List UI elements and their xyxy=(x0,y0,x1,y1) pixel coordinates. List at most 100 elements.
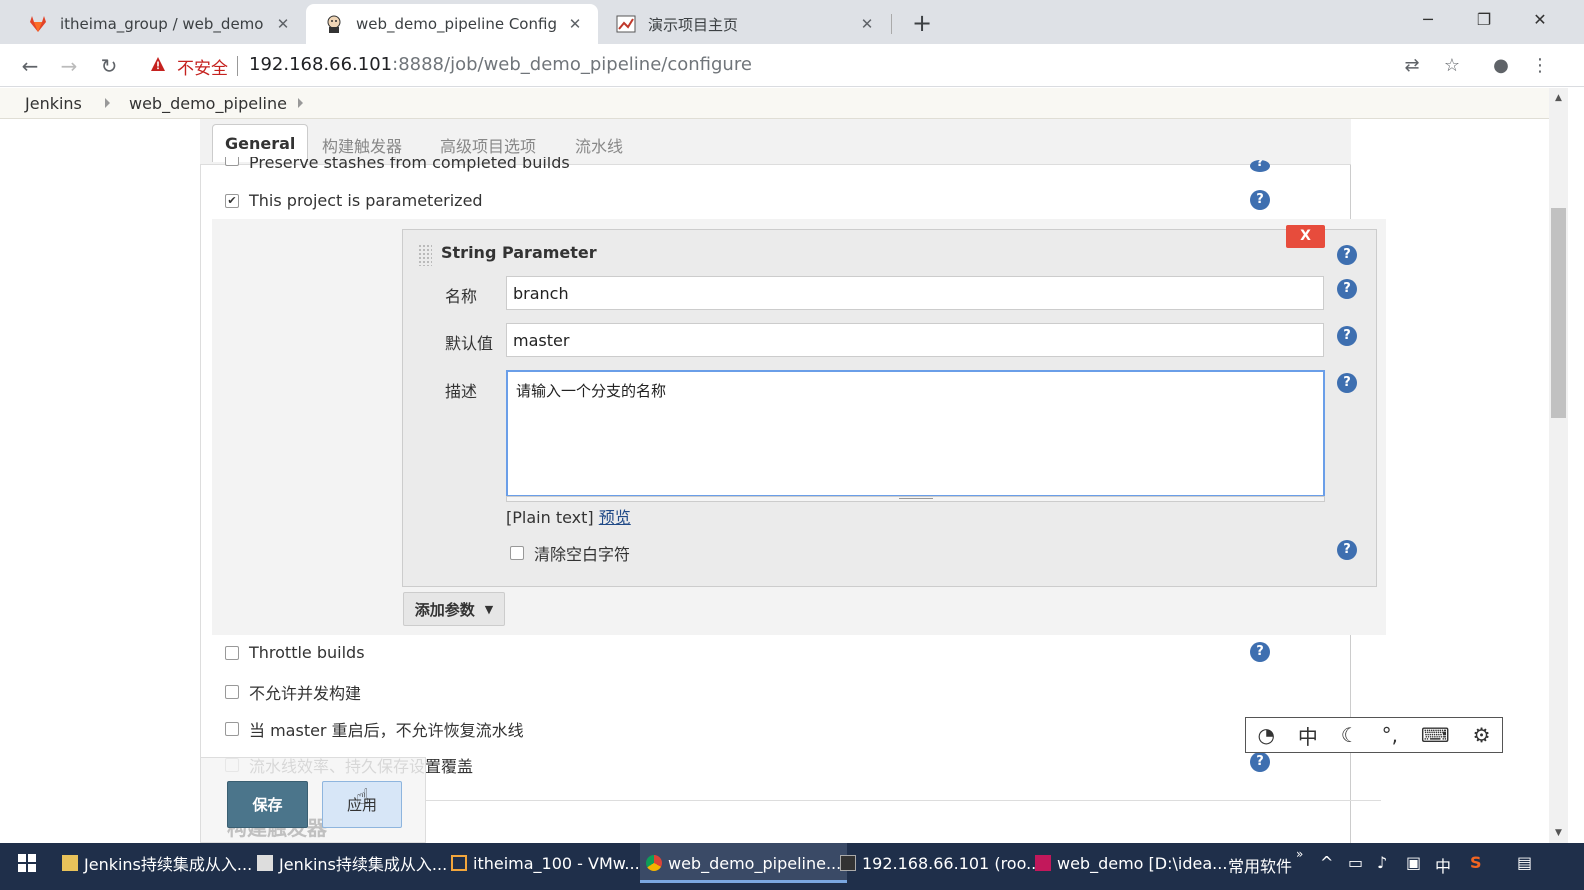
description-textarea[interactable]: 请输入一个分支的名称 xyxy=(506,370,1325,497)
help-icon[interactable]: ? xyxy=(1337,540,1357,560)
tab-separator xyxy=(891,14,892,34)
help-icon[interactable]: ? xyxy=(1337,245,1357,265)
new-tab-button[interactable]: + xyxy=(906,8,938,38)
taskbar-item-jenkins-2[interactable]: Jenkins持续集成从入... xyxy=(257,843,447,883)
url-path: :8888/job/web_demo_pipeline/configure xyxy=(392,54,752,75)
drag-handle-icon[interactable] xyxy=(418,244,432,266)
sogou-icon[interactable]: S xyxy=(1470,853,1482,872)
minimize-button[interactable]: ─ xyxy=(1400,2,1456,38)
folder-icon xyxy=(62,855,78,871)
back-arrow-icon[interactable]: ← xyxy=(16,52,44,80)
scroll-down-icon[interactable]: ▼ xyxy=(1549,825,1568,841)
breadcrumb-job[interactable]: web_demo_pipeline xyxy=(129,94,287,113)
terminal-icon xyxy=(840,855,856,871)
restore-button[interactable]: ❐ xyxy=(1456,2,1512,38)
breadcrumb-jenkins[interactable]: Jenkins xyxy=(25,94,82,113)
browser-tab-jenkins[interactable]: web_demo_pipeline Config [Je ✕ xyxy=(306,4,598,44)
keyboard-icon[interactable]: ⌨ xyxy=(1421,723,1450,747)
windows-start-icon[interactable] xyxy=(10,843,44,883)
taskbar-item-jenkins-1[interactable]: Jenkins持续集成从入... xyxy=(62,843,252,883)
tab-advanced-options[interactable]: 高级项目选项 xyxy=(440,133,536,157)
translate-icon[interactable]: ⇄ xyxy=(1400,54,1424,78)
taskbar-item-idea[interactable]: web_demo [D:\idea... xyxy=(1035,843,1227,883)
taskbar-label: Jenkins持续集成从入... xyxy=(84,855,253,874)
checkbox[interactable] xyxy=(510,546,524,560)
help-icon[interactable]: ? xyxy=(1337,373,1357,393)
caret-down-icon: ▼ xyxy=(484,602,494,616)
chevron-up-icon[interactable]: ^ xyxy=(1320,853,1333,872)
help-icon[interactable]: ? xyxy=(1250,752,1270,772)
battery-icon[interactable]: ▭ xyxy=(1348,853,1363,872)
checkbox[interactable] xyxy=(225,645,239,660)
option-label: Preserve stashes from completed builds xyxy=(249,157,570,172)
default-value-label: 默认值 xyxy=(445,334,494,353)
taskbar: Jenkins持续集成从入... Jenkins持续集成从入... itheim… xyxy=(0,843,1584,890)
cursor-hand-icon: ☝ xyxy=(356,785,370,810)
punctuation-icon[interactable]: °, xyxy=(1382,723,1398,747)
delete-parameter-button[interactable]: X xyxy=(1286,225,1325,248)
taskbar-item-vmware[interactable]: itheima_100 - VMw... xyxy=(451,843,640,883)
taskbar-label: web_demo_pipeline... xyxy=(668,853,842,873)
breadcrumb-arrow-icon[interactable] xyxy=(298,98,303,108)
name-input[interactable] xyxy=(506,276,1324,310)
page-scrollbar[interactable]: ▲ ▼ xyxy=(1549,88,1568,843)
browser-toolbar: ← → ↻ 不安全 192.168.66.101:8888/job/web_de… xyxy=(0,44,1584,87)
add-parameter-button[interactable]: 添加参数 ▼ xyxy=(403,592,505,626)
notification-icon[interactable]: ▤ xyxy=(1517,853,1532,872)
tab-build-triggers[interactable]: 构建触发器 xyxy=(322,133,402,157)
gear-icon[interactable]: ⚙ xyxy=(1473,723,1491,747)
plain-text-label: [Plain text] xyxy=(506,508,594,527)
taskbar-item-terminal[interactable]: 192.168.66.101 (roo... xyxy=(840,843,1041,883)
close-icon[interactable]: ✕ xyxy=(858,15,876,33)
network-icon[interactable]: ▣ xyxy=(1406,853,1421,872)
option-no-resume: 当 master 重启后，不允许恢复流水线 xyxy=(225,717,524,741)
help-icon[interactable]: ? xyxy=(1337,279,1357,299)
plain-text-row: [Plain text] 预览 xyxy=(506,504,631,528)
browser-tab-gitlab[interactable]: itheima_group / web_demo · G ✕ xyxy=(10,4,306,44)
bookmark-star-icon[interactable]: ☆ xyxy=(1440,54,1464,78)
url-host: 192.168.66.101 xyxy=(249,54,393,75)
breadcrumb-arrow-icon[interactable] xyxy=(105,98,110,108)
chevron-right-icon[interactable]: » xyxy=(1296,847,1303,861)
close-icon[interactable]: ✕ xyxy=(566,15,584,33)
checkbox[interactable]: ✔ xyxy=(225,193,239,208)
preview-link[interactable]: 预览 xyxy=(599,508,631,527)
ime-logo-icon[interactable]: ◔ xyxy=(1257,723,1274,747)
tray-toolbar-label[interactable]: 常用软件 xyxy=(1228,853,1292,877)
checkbox[interactable] xyxy=(225,157,239,166)
scroll-thumb[interactable] xyxy=(1551,208,1566,418)
security-status[interactable]: 不安全 xyxy=(177,54,228,79)
taskbar-item-chrome[interactable]: web_demo_pipeline... xyxy=(640,843,848,883)
save-button[interactable]: 保存 xyxy=(227,781,308,828)
section-divider xyxy=(426,800,1381,801)
browser-tab-strip: itheima_group / web_demo · G ✕ web_demo_… xyxy=(0,0,1584,44)
textarea-resize-handle[interactable] xyxy=(506,496,1325,502)
menu-kebab-icon[interactable]: ⋮ xyxy=(1528,54,1552,78)
tab-label: 演示项目主页 xyxy=(648,15,739,34)
default-value-input[interactable] xyxy=(506,323,1324,357)
checkbox[interactable] xyxy=(225,722,239,736)
address-bar[interactable]: 192.168.66.101:8888/job/web_demo_pipelin… xyxy=(249,54,752,75)
tab-pipeline[interactable]: 流水线 xyxy=(575,133,623,157)
ime-mode-toggle[interactable]: 中 xyxy=(1298,721,1318,750)
help-icon[interactable]: ? xyxy=(1250,190,1270,210)
profile-avatar-icon[interactable]: ● xyxy=(1489,54,1513,78)
forward-arrow-icon[interactable]: → xyxy=(55,52,83,80)
volume-icon[interactable]: ♪ xyxy=(1377,853,1387,872)
help-icon[interactable]: ? xyxy=(1250,642,1270,662)
option-label: 不允许并发构建 xyxy=(249,684,362,703)
scroll-up-icon[interactable]: ▲ xyxy=(1549,90,1568,106)
reload-icon[interactable]: ↻ xyxy=(95,52,123,80)
jenkins-butler-icon xyxy=(324,14,344,34)
help-icon[interactable]: ? xyxy=(1337,326,1357,346)
help-icon[interactable]: ? xyxy=(1250,160,1270,172)
close-icon[interactable]: ✕ xyxy=(274,15,292,33)
ime-toolbar: ◔ 中 ☾ °, ⌨ ⚙ xyxy=(1245,717,1503,753)
ime-indicator[interactable]: 中 xyxy=(1435,853,1451,877)
close-window-button[interactable]: ✕ xyxy=(1512,2,1568,38)
add-parameter-label: 添加参数 xyxy=(414,600,475,619)
moon-icon[interactable]: ☾ xyxy=(1341,723,1359,747)
checkbox[interactable] xyxy=(225,685,239,699)
url-separator xyxy=(237,56,238,76)
browser-tab-demo[interactable]: 演示项目主页 ✕ xyxy=(598,4,890,44)
